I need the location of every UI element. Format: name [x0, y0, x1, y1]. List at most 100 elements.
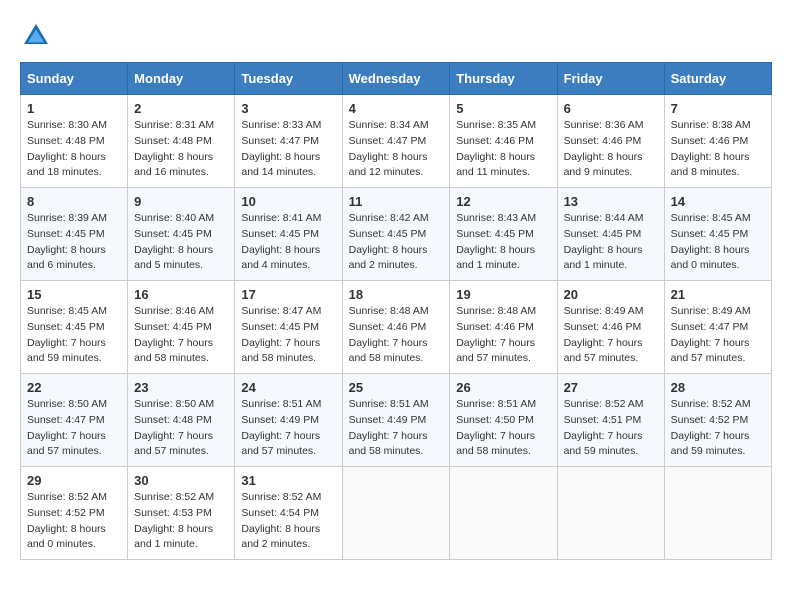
calendar-cell: 29 Sunrise: 8:52 AMSunset: 4:52 PMDayligh…: [21, 467, 128, 560]
day-number: 26: [456, 380, 550, 395]
day-number: 11: [349, 194, 444, 209]
day-info: Sunrise: 8:38 AMSunset: 4:46 PMDaylight:…: [671, 118, 765, 181]
calendar-week-row: 15 Sunrise: 8:45 AMSunset: 4:45 PMDayligh…: [21, 281, 772, 374]
day-number: 17: [241, 287, 335, 302]
calendar-day-header: Monday: [128, 63, 235, 95]
day-info: Sunrise: 8:48 AMSunset: 4:46 PMDaylight:…: [456, 304, 550, 367]
calendar-cell: 18Sunrise: 8:48 AMSunset: 4:46 PMDayligh…: [342, 281, 450, 374]
day-info: Sunrise: 8:52 AMSunset: 4:54 PMDaylight:…: [241, 490, 335, 553]
calendar-cell: 22 Sunrise: 8:50 AMSunset: 4:47 PMDayligh…: [21, 374, 128, 467]
day-info: Sunrise: 8:30 AMSunset: 4:48 PMDaylight:…: [27, 118, 121, 181]
day-info: Sunrise: 8:39 AMSunset: 4:45 PMDaylight:…: [27, 211, 121, 274]
day-number: 13: [564, 194, 658, 209]
day-info: Sunrise: 8:42 AMSunset: 4:45 PMDaylight:…: [349, 211, 444, 274]
day-info: Sunrise: 8:46 AMSunset: 4:45 PMDaylight:…: [134, 304, 228, 367]
day-info: Sunrise: 8:52 AMSunset: 4:52 PMDaylight:…: [671, 397, 765, 460]
day-info: Sunrise: 8:47 AMSunset: 4:45 PMDaylight:…: [241, 304, 335, 367]
day-number: 8: [27, 194, 121, 209]
day-info: Sunrise: 8:44 AMSunset: 4:45 PMDaylight:…: [564, 211, 658, 274]
day-number: 20: [564, 287, 658, 302]
generalblue-icon: [20, 20, 52, 52]
day-number: 2: [134, 101, 228, 116]
day-info: Sunrise: 8:45 AMSunset: 4:45 PMDaylight:…: [671, 211, 765, 274]
calendar-cell: 20 Sunrise: 8:49 AMSunset: 4:46 PMDayligh…: [557, 281, 664, 374]
calendar-cell: 15 Sunrise: 8:45 AMSunset: 4:45 PMDayligh…: [21, 281, 128, 374]
calendar-cell: 5 Sunrise: 8:35 AMSunset: 4:46 PMDaylight…: [450, 95, 557, 188]
calendar-cell: 24Sunrise: 8:51 AMSunset: 4:49 PMDayligh…: [235, 374, 342, 467]
calendar-cell: 28Sunrise: 8:52 AMSunset: 4:52 PMDayligh…: [664, 374, 771, 467]
day-number: 18: [349, 287, 444, 302]
day-info: Sunrise: 8:49 AMSunset: 4:47 PMDaylight:…: [671, 304, 765, 367]
calendar-cell: 16Sunrise: 8:46 AMSunset: 4:45 PMDayligh…: [128, 281, 235, 374]
day-info: Sunrise: 8:41 AMSunset: 4:45 PMDaylight:…: [241, 211, 335, 274]
calendar-cell: 8 Sunrise: 8:39 AMSunset: 4:45 PMDaylight…: [21, 188, 128, 281]
calendar-header-row: SundayMondayTuesdayWednesdayThursdayFrid…: [21, 63, 772, 95]
calendar-cell: 4 Sunrise: 8:34 AMSunset: 4:47 PMDaylight…: [342, 95, 450, 188]
day-number: 25: [349, 380, 444, 395]
day-info: Sunrise: 8:36 AMSunset: 4:46 PMDaylight:…: [564, 118, 658, 181]
logo: [20, 20, 58, 52]
day-number: 22: [27, 380, 121, 395]
day-number: 5: [456, 101, 550, 116]
calendar-week-row: 22 Sunrise: 8:50 AMSunset: 4:47 PMDayligh…: [21, 374, 772, 467]
calendar-cell: 25Sunrise: 8:51 AMSunset: 4:49 PMDayligh…: [342, 374, 450, 467]
calendar-week-row: 29 Sunrise: 8:52 AMSunset: 4:52 PMDayligh…: [21, 467, 772, 560]
day-number: 12: [456, 194, 550, 209]
calendar-day-header: Sunday: [21, 63, 128, 95]
day-number: 24: [241, 380, 335, 395]
calendar-cell: 3 Sunrise: 8:33 AMSunset: 4:47 PMDaylight…: [235, 95, 342, 188]
calendar-cell: 26 Sunrise: 8:51 AMSunset: 4:50 PMDayligh…: [450, 374, 557, 467]
calendar-cell: 1 Sunrise: 8:30 AMSunset: 4:48 PMDaylight…: [21, 95, 128, 188]
day-number: 15: [27, 287, 121, 302]
calendar-cell: 30 Sunrise: 8:52 AMSunset: 4:53 PMDayligh…: [128, 467, 235, 560]
day-number: 3: [241, 101, 335, 116]
day-info: Sunrise: 8:52 AMSunset: 4:52 PMDaylight:…: [27, 490, 121, 553]
day-number: 29: [27, 473, 121, 488]
calendar-cell: 11 Sunrise: 8:42 AMSunset: 4:45 PMDayligh…: [342, 188, 450, 281]
calendar-cell: 17 Sunrise: 8:47 AMSunset: 4:45 PMDayligh…: [235, 281, 342, 374]
calendar-cell: 6 Sunrise: 8:36 AMSunset: 4:46 PMDaylight…: [557, 95, 664, 188]
day-info: Sunrise: 8:45 AMSunset: 4:45 PMDaylight:…: [27, 304, 121, 367]
day-info: Sunrise: 8:34 AMSunset: 4:47 PMDaylight:…: [349, 118, 444, 181]
day-info: Sunrise: 8:51 AMSunset: 4:50 PMDaylight:…: [456, 397, 550, 460]
calendar-table: SundayMondayTuesdayWednesdayThursdayFrid…: [20, 62, 772, 560]
day-number: 14: [671, 194, 765, 209]
calendar-day-header: Wednesday: [342, 63, 450, 95]
day-info: Sunrise: 8:33 AMSunset: 4:47 PMDaylight:…: [241, 118, 335, 181]
calendar-day-header: Thursday: [450, 63, 557, 95]
calendar-cell: 12 Sunrise: 8:43 AMSunset: 4:45 PMDayligh…: [450, 188, 557, 281]
day-info: Sunrise: 8:43 AMSunset: 4:45 PMDaylight:…: [456, 211, 550, 274]
calendar-cell: 9Sunrise: 8:40 AMSunset: 4:45 PMDaylight…: [128, 188, 235, 281]
day-number: 7: [671, 101, 765, 116]
calendar-cell: [342, 467, 450, 560]
day-info: Sunrise: 8:31 AMSunset: 4:48 PMDaylight:…: [134, 118, 228, 181]
day-number: 4: [349, 101, 444, 116]
calendar-cell: [557, 467, 664, 560]
day-info: Sunrise: 8:49 AMSunset: 4:46 PMDaylight:…: [564, 304, 658, 367]
calendar-cell: [664, 467, 771, 560]
calendar-cell: 21 Sunrise: 8:49 AMSunset: 4:47 PMDayligh…: [664, 281, 771, 374]
day-info: Sunrise: 8:50 AMSunset: 4:47 PMDaylight:…: [27, 397, 121, 460]
day-info: Sunrise: 8:50 AMSunset: 4:48 PMDaylight:…: [134, 397, 228, 460]
day-number: 6: [564, 101, 658, 116]
day-info: Sunrise: 8:35 AMSunset: 4:46 PMDaylight:…: [456, 118, 550, 181]
calendar-cell: 13 Sunrise: 8:44 AMSunset: 4:45 PMDayligh…: [557, 188, 664, 281]
calendar-week-row: 1 Sunrise: 8:30 AMSunset: 4:48 PMDaylight…: [21, 95, 772, 188]
day-number: 31: [241, 473, 335, 488]
day-number: 10: [241, 194, 335, 209]
day-info: Sunrise: 8:40 AMSunset: 4:45 PMDaylight:…: [134, 211, 228, 274]
day-number: 27: [564, 380, 658, 395]
day-number: 21: [671, 287, 765, 302]
day-number: 30: [134, 473, 228, 488]
calendar-cell: 14 Sunrise: 8:45 AMSunset: 4:45 PMDayligh…: [664, 188, 771, 281]
day-number: 1: [27, 101, 121, 116]
calendar-cell: 23Sunrise: 8:50 AMSunset: 4:48 PMDayligh…: [128, 374, 235, 467]
calendar-day-header: Friday: [557, 63, 664, 95]
day-info: Sunrise: 8:52 AMSunset: 4:53 PMDaylight:…: [134, 490, 228, 553]
calendar-cell: 2 Sunrise: 8:31 AMSunset: 4:48 PMDaylight…: [128, 95, 235, 188]
calendar-cell: 31 Sunrise: 8:52 AMSunset: 4:54 PMDayligh…: [235, 467, 342, 560]
calendar-week-row: 8 Sunrise: 8:39 AMSunset: 4:45 PMDaylight…: [21, 188, 772, 281]
day-number: 19: [456, 287, 550, 302]
calendar-cell: 7 Sunrise: 8:38 AMSunset: 4:46 PMDaylight…: [664, 95, 771, 188]
calendar-cell: 10 Sunrise: 8:41 AMSunset: 4:45 PMDayligh…: [235, 188, 342, 281]
